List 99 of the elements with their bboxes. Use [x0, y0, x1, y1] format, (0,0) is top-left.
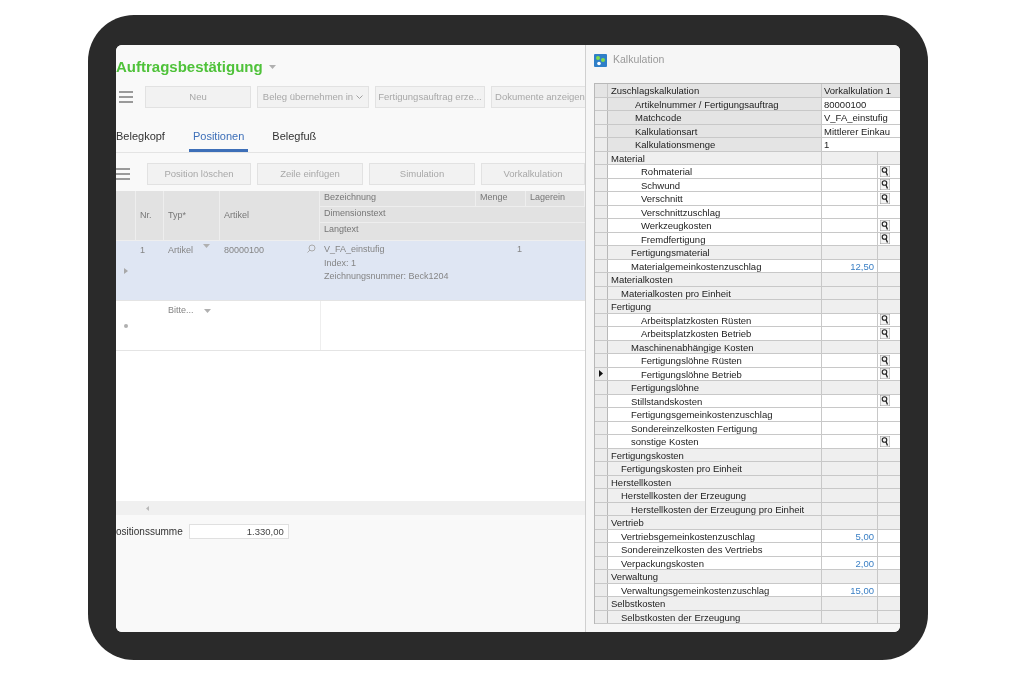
column-header: Nr.: [140, 208, 152, 222]
sum-field[interactable]: 1.330,00: [188, 524, 289, 539]
cost-label: Fertigungsmaterial: [608, 246, 822, 259]
cost-label: Fertigungslöhne Rüsten: [608, 354, 822, 367]
value-cell[interactable]: [822, 489, 878, 502]
value-cell[interactable]: [822, 543, 878, 556]
info-value[interactable]: V_FA_einstufig: [822, 111, 900, 124]
table-cell-text: Index: 1: [323, 257, 358, 270]
window-title: Kalkulation: [613, 52, 665, 68]
column-header: Langtext: [324, 224, 359, 234]
lookup-cell: [878, 273, 900, 286]
magnifier-icon[interactable]: [880, 327, 890, 339]
cost-label: Rohmaterial: [608, 165, 822, 178]
value-cell[interactable]: [822, 408, 878, 421]
new-row[interactable]: Bitte...: [116, 301, 585, 351]
cost-label: Materialkosten: [608, 273, 822, 286]
horizontal-scrollbar[interactable]: [116, 501, 585, 515]
lookup-cell: [878, 570, 900, 583]
lookup-cell: [878, 381, 900, 394]
cost-label: Fertigungslöhne: [608, 381, 822, 394]
column-header: Bezeichnung: [324, 192, 377, 202]
current-row-icon: [599, 370, 603, 378]
tab[interactable]: Positionen: [188, 124, 249, 152]
info-label: Kalkulationsmenge: [608, 138, 822, 151]
table-cell: 1: [140, 245, 145, 255]
magnifier-icon[interactable]: [880, 368, 890, 380]
value-cell[interactable]: [822, 273, 878, 286]
cost-label: Vertrieb: [608, 516, 822, 529]
menu-icon[interactable]: [119, 91, 133, 103]
table-cell-text: Zeichnungsnummer: Beck1204: [323, 270, 450, 283]
search-icon[interactable]: [307, 244, 316, 253]
cost-label: Fertigung: [608, 300, 822, 313]
cost-label: Sondereinzelkosten des Vertriebs: [608, 543, 822, 556]
lookup-cell: [878, 489, 900, 502]
value-cell[interactable]: [822, 435, 878, 448]
value-cell[interactable]: [822, 462, 878, 475]
table-cell-text: V_FA_einstufig: [323, 243, 386, 256]
tab[interactable]: Belegfuß: [268, 124, 321, 152]
table-cell-text: 1: [516, 243, 523, 256]
cost-label: Verschnitt: [608, 192, 822, 205]
magnifier-icon[interactable]: [880, 395, 890, 407]
column-header: Zuschlagskalkulation: [608, 84, 822, 97]
caret-icon: [268, 65, 276, 69]
value-cell[interactable]: [822, 165, 878, 178]
column-header: Dimensionstext: [324, 208, 386, 218]
value-cell[interactable]: [822, 327, 878, 340]
app-icon: [594, 53, 607, 67]
cost-label: Fertigungsgemeinkostenzuschlag: [608, 408, 822, 421]
value-cell[interactable]: [822, 219, 878, 232]
caret-icon: [203, 308, 211, 313]
scroll-left-icon[interactable]: [146, 505, 149, 511]
lookup-cell: [878, 462, 900, 475]
cost-label: Werkzeugkosten: [608, 219, 822, 232]
caret-icon: [203, 244, 210, 248]
column-header: Lagerein: [530, 192, 566, 202]
magnifier-icon[interactable]: [880, 179, 890, 191]
column-header: Vorkalkulation 1: [823, 84, 893, 97]
row-pointer-icon: [124, 267, 128, 274]
column-header: Artikel: [224, 208, 249, 222]
magnifier-icon[interactable]: [880, 165, 890, 177]
type-select[interactable]: Bitte...: [164, 304, 211, 318]
lookup-cell: [878, 543, 900, 556]
lookup-cell: [878, 516, 900, 529]
magnifier-icon[interactable]: [880, 219, 890, 231]
magnifier-icon[interactable]: [880, 192, 890, 204]
table-cell-text: Artikel: [168, 244, 193, 257]
value-cell[interactable]: [822, 516, 878, 529]
value-cell[interactable]: [822, 597, 878, 610]
cost-label: Fertigungskosten pro Einheit: [608, 462, 822, 475]
value-cell[interactable]: [822, 300, 878, 313]
value-cell[interactable]: [822, 192, 878, 205]
tab[interactable]: Belegkopf: [116, 124, 169, 152]
magnifier-icon[interactable]: [880, 233, 890, 245]
value-cell[interactable]: [822, 381, 878, 394]
cost-label: sonstige Kosten: [608, 435, 822, 448]
lookup-cell: [878, 597, 900, 610]
cost-label: Selbstkosten: [608, 597, 822, 610]
field-label: ositionssumme: [116, 525, 183, 539]
info-value[interactable]: 1: [822, 138, 900, 151]
cost-label: Verwaltung: [608, 570, 822, 583]
cost-label: Arbeitsplatzkosten Betrieb: [608, 327, 822, 340]
info-label: Matchcode: [608, 111, 822, 124]
magnifier-icon[interactable]: [880, 435, 890, 447]
page-title: Auftragsbestätigung: [116, 56, 263, 77]
cost-label: Herstellkosten der Erzeugung: [608, 489, 822, 502]
magnifier-icon[interactable]: [880, 314, 890, 326]
menu-icon[interactable]: [116, 168, 130, 180]
column-header: Typ*: [168, 208, 186, 222]
chevron-down-icon: [356, 94, 364, 100]
value-cell[interactable]: [822, 354, 878, 367]
column-header: Menge: [480, 192, 508, 202]
lookup-cell: [878, 300, 900, 313]
lookup-cell: [878, 246, 900, 259]
new-row-icon: [124, 323, 128, 328]
value-cell[interactable]: [822, 246, 878, 259]
table-row[interactable]: 1 Artikel 80000100 V_FA_einstufig 1 Index: 1 Zeichnungsnummer: Beck1204: [116, 241, 585, 301]
magnifier-icon[interactable]: [880, 354, 890, 366]
table-cell-text: 80000100: [224, 244, 265, 257]
value-cell[interactable]: [822, 570, 878, 583]
